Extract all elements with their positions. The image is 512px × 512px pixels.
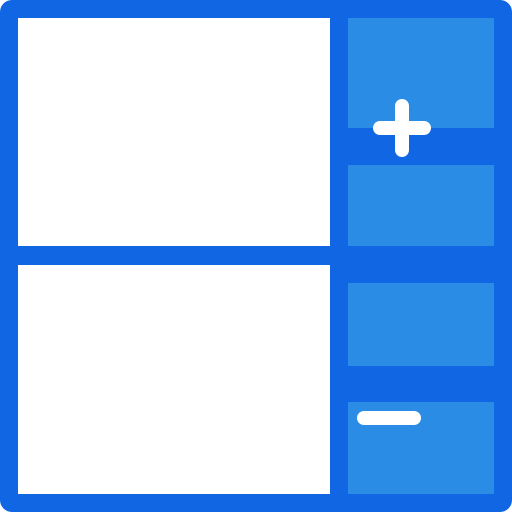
main-pane-bottom <box>18 265 330 494</box>
plus-icon[interactable] <box>372 98 432 158</box>
side-slot-2 <box>348 165 494 246</box>
side-slot-3 <box>348 283 494 366</box>
layout-frame <box>0 0 512 512</box>
minus-icon[interactable] <box>354 405 424 431</box>
main-pane-top <box>18 18 330 246</box>
